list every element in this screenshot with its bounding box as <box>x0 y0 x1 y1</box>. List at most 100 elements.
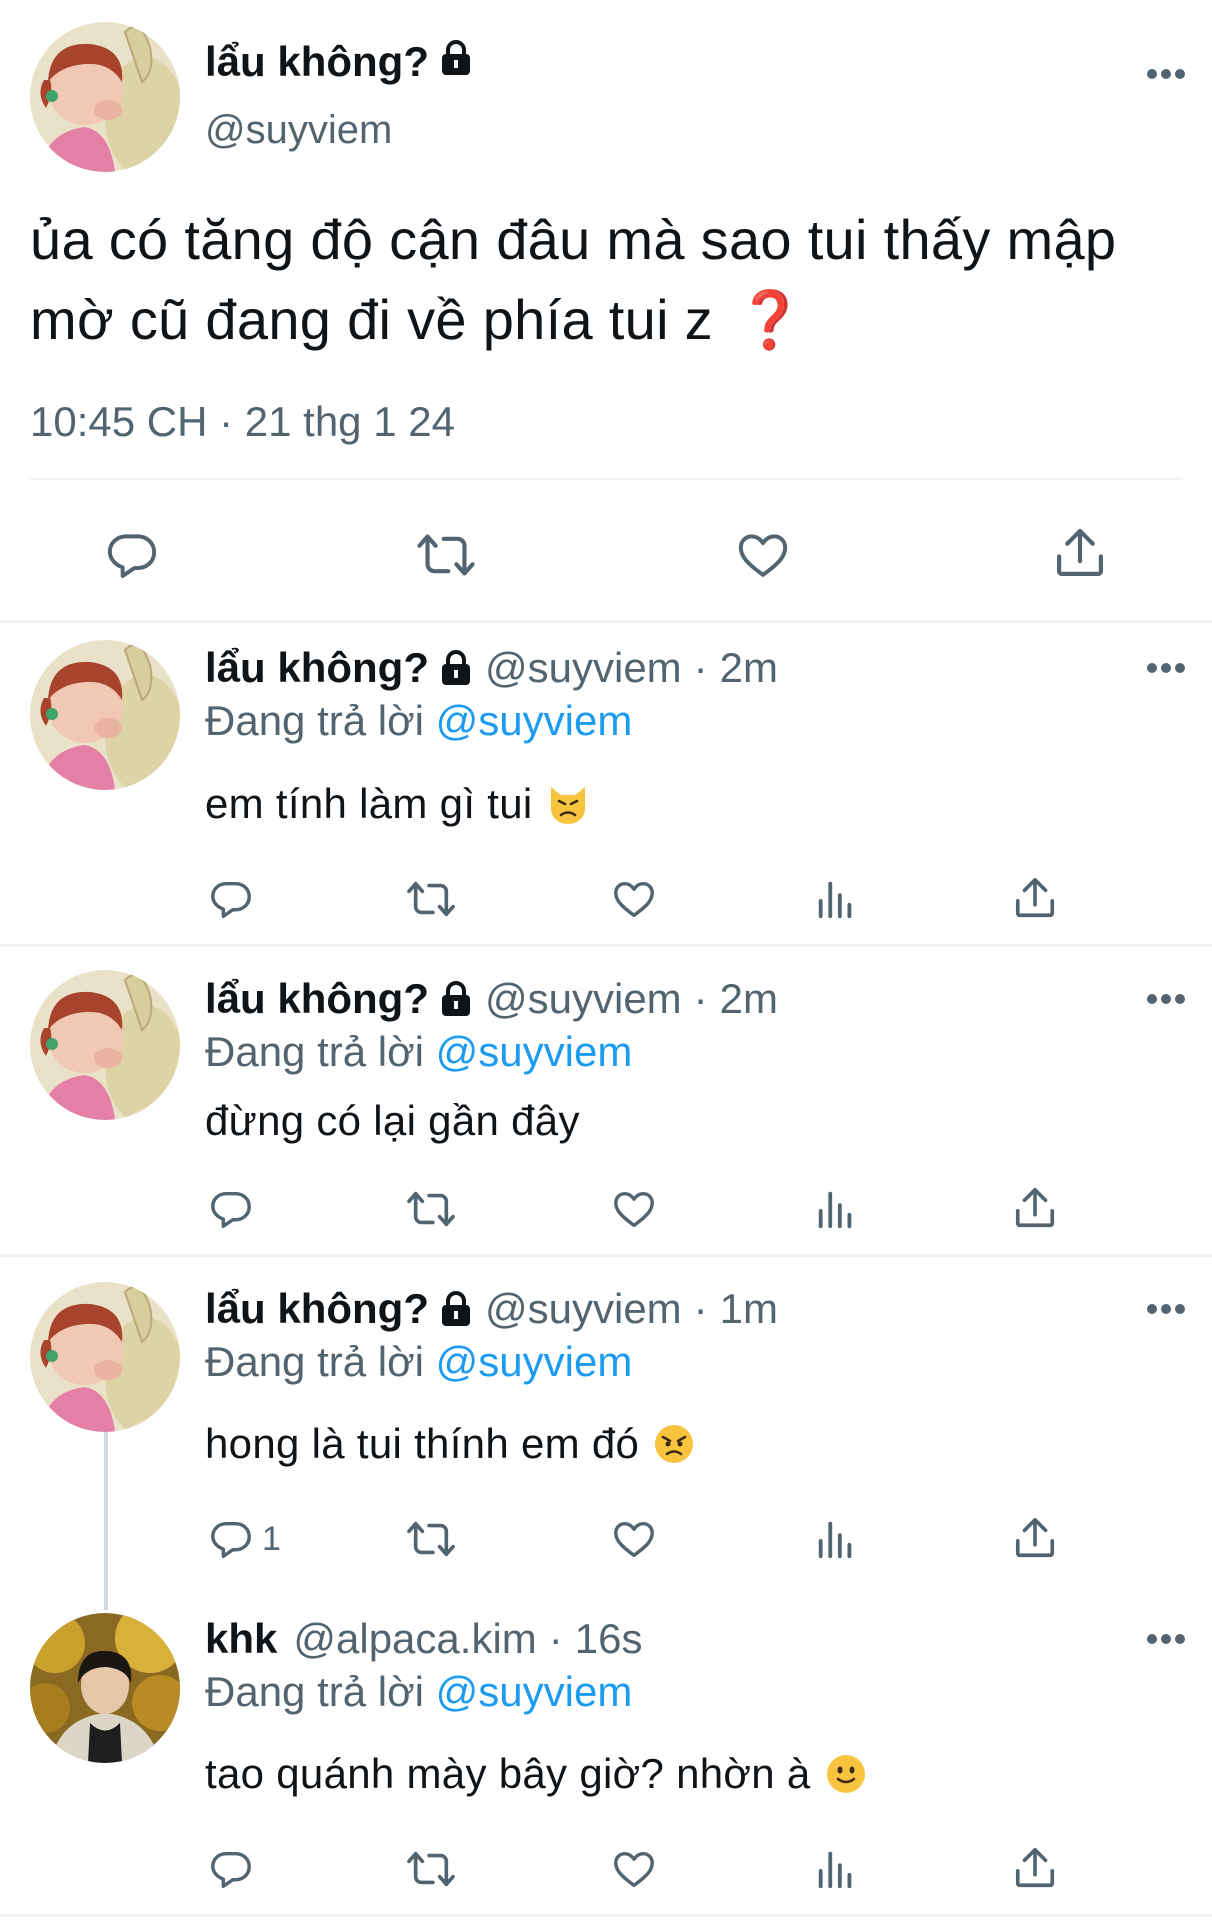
lock-icon <box>439 650 473 686</box>
share-button[interactable] <box>1052 524 1108 582</box>
retweet-button[interactable] <box>406 1186 456 1232</box>
retweet-button[interactable] <box>416 527 476 583</box>
avatar[interactable] <box>30 1282 180 1432</box>
separator: · <box>693 975 708 1022</box>
share-button[interactable] <box>1012 1844 1058 1892</box>
handle[interactable]: @suyviem <box>485 644 682 692</box>
handle[interactable]: @suyviem <box>205 108 392 153</box>
replying-to: Đang trả lời @suyviem <box>205 1028 632 1076</box>
views-icon <box>818 1191 852 1229</box>
retweet-button[interactable] <box>406 1516 456 1562</box>
views-button[interactable] <box>813 1186 859 1232</box>
more-icon[interactable] <box>1146 1302 1186 1316</box>
display-name[interactable]: lẩu không? <box>205 644 429 692</box>
replying-label: Đang trả lời <box>205 1028 424 1075</box>
handle[interactable]: @suyviem <box>485 1285 682 1333</box>
share-icon <box>1015 1847 1055 1888</box>
share-button[interactable] <box>1012 1514 1058 1562</box>
lock-icon <box>439 981 473 1017</box>
like-button[interactable] <box>611 876 657 922</box>
lock-icon <box>439 38 473 86</box>
separator: · <box>693 1285 708 1332</box>
reply-time[interactable]: 1m <box>720 1285 778 1333</box>
reply-text: tao quánh mày bây giờ? nhờn à <box>205 1750 867 1798</box>
display-name[interactable]: lẩu không? <box>205 1285 429 1333</box>
like-icon <box>614 881 654 918</box>
display-name[interactable]: lẩu không? <box>205 38 473 86</box>
display-name[interactable]: khk <box>205 1615 277 1663</box>
share-button[interactable] <box>1012 874 1058 922</box>
reply-time[interactable]: 2m <box>720 644 778 692</box>
like-icon <box>614 1191 654 1228</box>
retweet-icon <box>407 1521 455 1557</box>
handle[interactable]: @suyviem <box>485 975 682 1023</box>
thread-line <box>104 1432 108 1610</box>
more-icon[interactable] <box>1146 992 1186 1006</box>
replying-to: Đang trả lời @suyviem <box>205 697 632 745</box>
reply-button[interactable] <box>208 876 262 922</box>
mention-link[interactable]: @suyviem <box>436 1028 633 1075</box>
reply-button[interactable] <box>208 1846 262 1892</box>
mention-link[interactable]: @suyviem <box>436 697 633 744</box>
avatar[interactable] <box>30 640 180 790</box>
reply-text: đừng có lại gần đây <box>205 1097 580 1145</box>
reply-text-body: đừng có lại gần đây <box>205 1097 580 1144</box>
divider <box>0 944 1212 947</box>
like-icon <box>614 1851 654 1888</box>
like-button[interactable] <box>735 527 791 583</box>
tweet-timestamp[interactable]: 10:45 CH · 21 thg 1 24 <box>30 398 455 446</box>
display-name-text: lẩu không? <box>205 38 429 85</box>
replying-label: Đang trả lời <box>205 1668 424 1715</box>
reply-time[interactable]: 16s <box>575 1615 643 1663</box>
divider <box>0 1914 1212 1917</box>
like-button[interactable] <box>611 1516 657 1562</box>
views-icon <box>818 881 852 919</box>
like-button[interactable] <box>611 1846 657 1892</box>
reply-icon <box>211 881 251 918</box>
tweet-text-body: ủa có tăng độ cận đâu mà sao tui thấy mậ… <box>30 208 1117 351</box>
separator: · <box>548 1615 563 1662</box>
retweet-button[interactable] <box>406 876 456 922</box>
reply-icon <box>211 1191 251 1228</box>
reply-icon <box>211 1851 251 1888</box>
more-icon[interactable] <box>1146 67 1186 81</box>
share-icon <box>1015 1517 1055 1558</box>
replying-label: Đang trả lời <box>205 697 424 744</box>
tweet-text: ủa có tăng độ cận đâu mà sao tui thấy mậ… <box>30 200 1200 360</box>
reply-time[interactable]: 2m <box>720 975 778 1023</box>
retweet-icon <box>407 1851 455 1887</box>
reply-button[interactable] <box>208 1186 262 1232</box>
reply-text-body: hong là tui thính em đó <box>205 1420 640 1467</box>
slightly-smiling-face-emoji <box>825 1753 867 1795</box>
views-icon <box>818 1521 852 1559</box>
reply-text: em tính làm gì tui <box>205 780 589 828</box>
share-button[interactable] <box>1012 1184 1058 1232</box>
reply-header: lẩu không? @suyviem · 2m <box>205 975 778 1023</box>
views-button[interactable] <box>813 1846 859 1892</box>
more-icon[interactable] <box>1146 661 1186 675</box>
mention-link[interactable]: @suyviem <box>436 1338 633 1385</box>
reply-button[interactable]: 1 <box>208 1516 281 1562</box>
replying-to: Đang trả lời @suyviem <box>205 1668 632 1716</box>
question-emoji: ❓ <box>734 288 806 351</box>
mention-link[interactable]: @suyviem <box>436 1668 633 1715</box>
share-icon <box>1015 877 1055 918</box>
lock-icon <box>439 1291 473 1327</box>
avatar[interactable] <box>30 1613 180 1763</box>
reply-header: lẩu không? @suyviem · 1m <box>205 1285 778 1333</box>
views-button[interactable] <box>813 1516 859 1562</box>
share-icon <box>1015 1187 1055 1228</box>
like-button[interactable] <box>611 1186 657 1232</box>
retweet-button[interactable] <box>406 1846 456 1892</box>
avatar[interactable] <box>30 22 180 172</box>
divider <box>0 1254 1212 1257</box>
handle[interactable]: @alpaca.kim <box>293 1615 536 1663</box>
reply-button[interactable] <box>104 527 160 583</box>
views-icon <box>818 1851 852 1889</box>
avatar[interactable] <box>30 970 180 1120</box>
more-icon[interactable] <box>1146 1632 1186 1646</box>
views-button[interactable] <box>813 876 859 922</box>
display-name[interactable]: lẩu không? <box>205 975 429 1023</box>
replying-label: Đang trả lời <box>205 1338 424 1385</box>
retweet-icon <box>407 1191 455 1227</box>
